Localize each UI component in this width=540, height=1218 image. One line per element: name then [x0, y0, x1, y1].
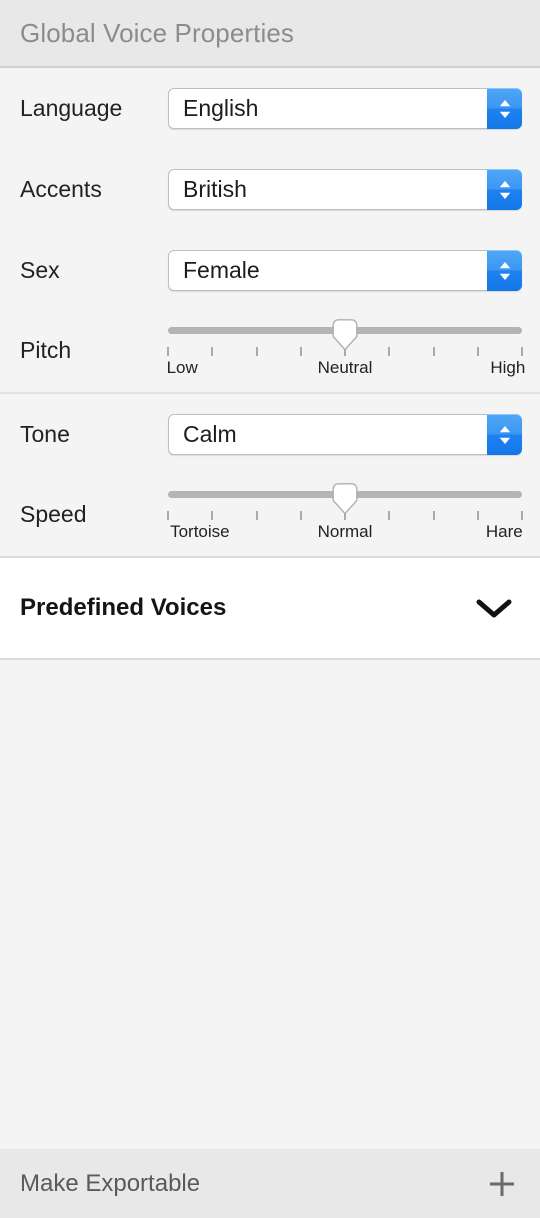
voice-properties-section-primary: Language English Accents British Sex Fem… — [0, 68, 540, 394]
make-exportable-label: Make Exportable — [20, 1169, 201, 1197]
label-sex: Sex — [20, 257, 60, 283]
slider-tick — [299, 347, 302, 356]
panel-titlebar: Global Voice Properties — [0, 0, 540, 68]
global-voice-properties-panel: Global Voice Properties Language English… — [0, 0, 540, 1218]
slider-tick — [388, 347, 391, 356]
slider-tick — [299, 511, 302, 520]
plus-icon[interactable] — [486, 1168, 518, 1200]
label-tone: Tone — [20, 421, 70, 447]
speed-min-label: Tortoise — [170, 522, 230, 541]
pitch-slider-thumb[interactable] — [328, 319, 362, 351]
slider-tick — [432, 511, 435, 520]
label-language: Language — [20, 95, 123, 121]
pitch-min-label: Low — [166, 358, 198, 377]
predefined-voices-title: Predefined Voices — [20, 594, 227, 621]
slider-tick — [521, 347, 523, 356]
slider-tick — [476, 347, 479, 356]
row-language: Language English — [0, 68, 540, 149]
pitch-max-label: High — [490, 358, 526, 377]
bottom-toolbar: Make Exportable — [0, 1149, 540, 1218]
row-accents: Accents British — [0, 149, 540, 230]
label-pitch: Pitch — [20, 337, 72, 363]
row-sex: Sex Female — [0, 230, 540, 311]
updown-chevron-icon[interactable] — [487, 414, 522, 455]
speed-max-label: Hare — [485, 522, 523, 541]
updown-chevron-icon[interactable] — [487, 250, 522, 291]
updown-chevron-icon[interactable] — [487, 88, 522, 129]
tone-select[interactable]: Calm — [168, 414, 522, 455]
label-accents: Accents — [20, 176, 102, 202]
pitch-slider[interactable]: Low Neutral High — [166, 311, 526, 392]
chevron-down-icon[interactable] — [472, 594, 516, 622]
page-title: Global Voice Properties — [20, 17, 295, 48]
predefined-voices-disclosure[interactable]: Predefined Voices — [0, 556, 540, 660]
slider-tick — [432, 347, 435, 356]
sex-select[interactable]: Female — [168, 250, 522, 291]
pitch-mid-label: Neutral — [317, 358, 373, 377]
accents-select-value: British — [183, 176, 247, 202]
slider-tick — [255, 347, 258, 356]
speed-slider-thumb[interactable] — [328, 483, 362, 515]
pitch-slider-labels: Low Neutral High — [166, 358, 526, 382]
language-select[interactable]: English — [168, 88, 522, 129]
updown-chevron-icon[interactable] — [487, 169, 522, 210]
slider-tick — [211, 511, 214, 520]
slider-tick — [255, 511, 258, 520]
language-select-value: English — [183, 95, 259, 121]
slider-tick — [211, 347, 214, 356]
speed-mid-label: Normal — [317, 522, 373, 541]
speed-slider[interactable]: Tortoise Normal Hare — [167, 475, 523, 556]
sex-select-value: Female — [183, 257, 260, 283]
accents-select[interactable]: British — [168, 169, 522, 210]
row-pitch: Pitch Low Neutral High — [0, 311, 540, 392]
slider-tick — [476, 511, 479, 520]
slider-tick — [167, 347, 169, 356]
tone-select-value: Calm — [183, 421, 237, 447]
speed-slider-labels: Tortoise Normal Hare — [168, 522, 523, 546]
row-tone: Tone Calm — [0, 394, 540, 475]
empty-content-area — [0, 660, 540, 1149]
slider-tick — [521, 511, 523, 520]
label-speed: Speed — [20, 501, 87, 527]
voice-properties-section-secondary: Tone Calm Speed Tortoise Normal Hare — [0, 394, 540, 556]
row-speed: Speed Tortoise Normal Hare — [0, 475, 540, 556]
slider-tick — [167, 511, 169, 520]
slider-tick — [388, 511, 391, 520]
